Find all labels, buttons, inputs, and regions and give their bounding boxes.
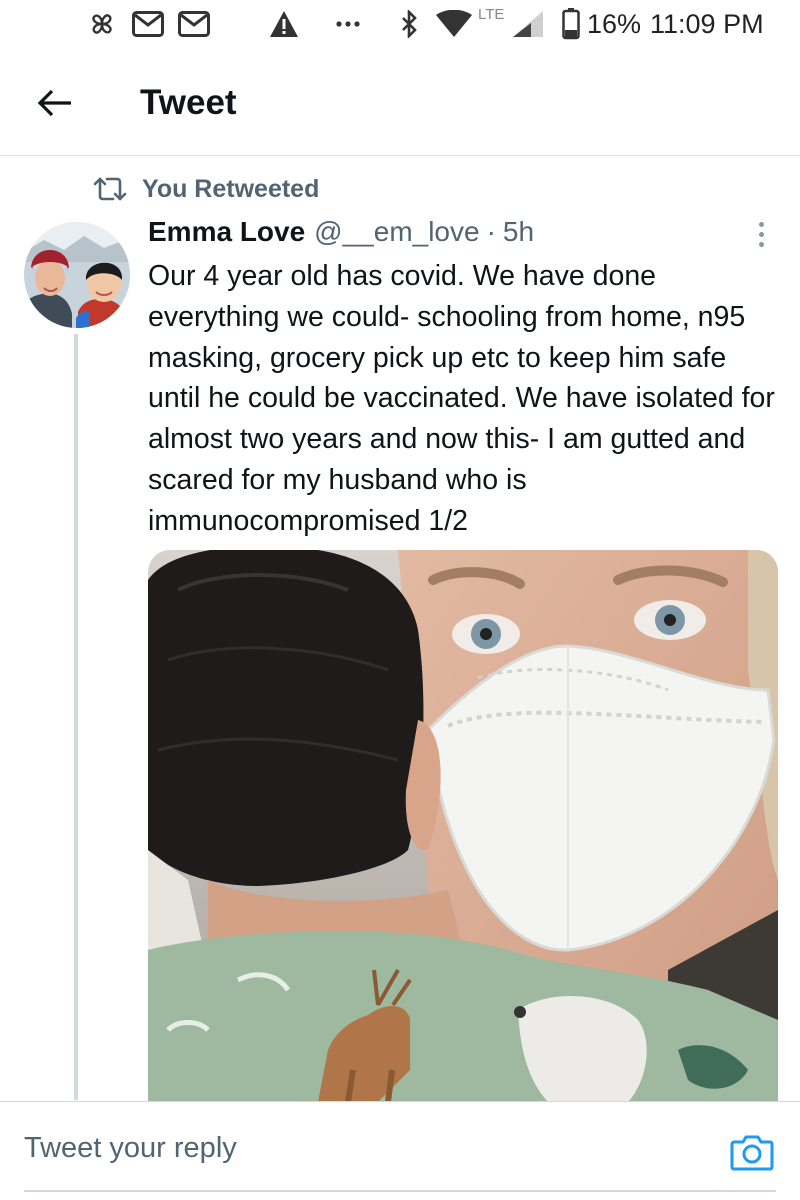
status-bar: LTE 16% 11:09 PM bbox=[0, 0, 800, 50]
retweet-icon bbox=[93, 177, 127, 201]
more-dot bbox=[758, 241, 764, 247]
tweet-photo[interactable] bbox=[148, 550, 778, 1102]
tweet-header: Emma Love @__em_love · 5h bbox=[148, 216, 534, 254]
retweet-label: You Retweeted bbox=[142, 174, 320, 203]
mail-icon bbox=[176, 6, 212, 42]
more-dots-icon bbox=[332, 6, 364, 42]
alert-icon bbox=[266, 6, 302, 42]
author-name[interactable]: Emma Love bbox=[148, 216, 305, 248]
reply-underline bbox=[24, 1190, 776, 1192]
back-button[interactable] bbox=[30, 80, 80, 126]
network-type: LTE bbox=[478, 6, 505, 23]
reply-input[interactable]: Tweet your reply bbox=[24, 1132, 237, 1165]
camera-icon bbox=[730, 1135, 774, 1171]
wifi-icon bbox=[434, 6, 474, 42]
reply-bar: Tweet your reply bbox=[0, 1101, 800, 1200]
battery-percent: 16% bbox=[586, 8, 642, 39]
more-dot bbox=[758, 231, 764, 237]
tweet-text: Our 4 year old has covid. We have done e… bbox=[148, 260, 775, 537]
mail-icon bbox=[130, 6, 166, 42]
bluetooth-icon bbox=[396, 6, 422, 42]
thread-line bbox=[74, 334, 78, 1100]
more-options-button[interactable] bbox=[748, 218, 774, 250]
separator: · bbox=[486, 216, 496, 247]
signal-icon bbox=[510, 6, 546, 42]
camera-button[interactable] bbox=[730, 1132, 774, 1172]
battery-icon bbox=[560, 6, 582, 42]
pinwheel-icon bbox=[84, 6, 120, 42]
page-title: Tweet bbox=[140, 83, 237, 122]
avatar[interactable] bbox=[24, 222, 130, 328]
tweet-time[interactable]: 5h bbox=[503, 216, 534, 248]
clock: 11:09 PM bbox=[650, 8, 764, 39]
more-dot bbox=[758, 221, 764, 227]
arrow-left-icon bbox=[37, 89, 71, 117]
author-handle[interactable]: @__em_love bbox=[314, 216, 479, 248]
top-bar: Tweet bbox=[0, 52, 800, 156]
retweet-context: You Retweeted bbox=[92, 172, 319, 206]
